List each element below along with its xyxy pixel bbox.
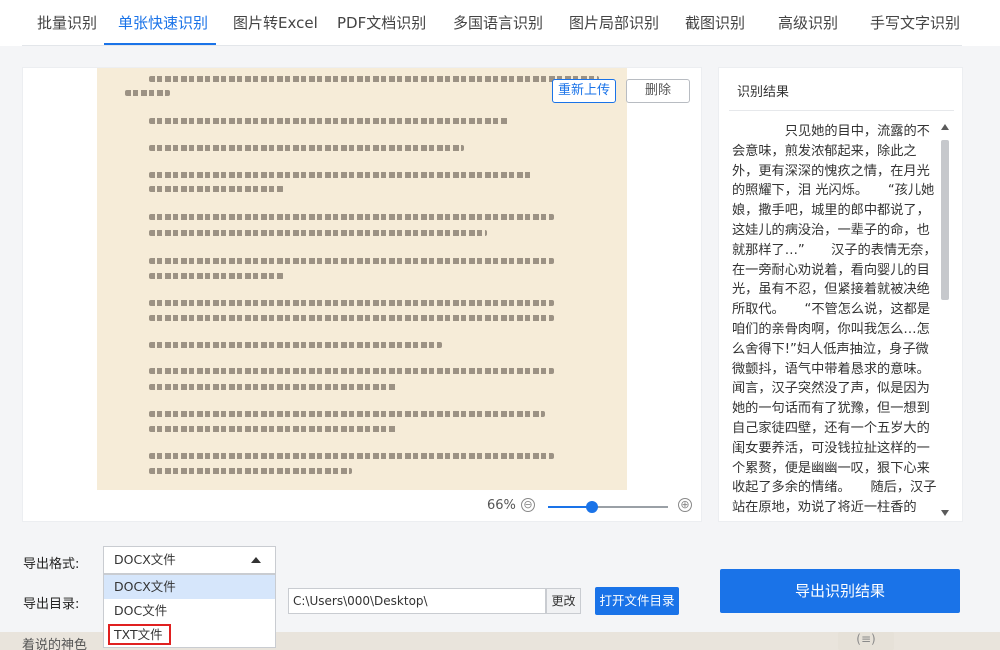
- document-text-line: [149, 258, 554, 264]
- delete-button[interactable]: 删除: [626, 79, 690, 103]
- export-format-label: 导出格式:: [23, 557, 80, 572]
- document-text-line: [149, 315, 554, 321]
- document-text-line: [149, 468, 352, 474]
- scroll-thumb[interactable]: [941, 140, 949, 300]
- tab-handwriting-recognition[interactable]: 手写文字识别: [870, 12, 960, 33]
- chevron-up-icon: [251, 557, 261, 563]
- document-text-line: [149, 273, 284, 279]
- export-result-button[interactable]: 导出识别结果: [720, 569, 960, 613]
- document-text-line: [125, 90, 170, 96]
- document-text-line: [149, 230, 487, 236]
- export-format-select[interactable]: DOCX文件: [103, 546, 276, 574]
- top-nav: 批量识别 单张快速识别 图片转Excel PDF文档识别 多国语言识别 图片局部…: [0, 0, 1000, 46]
- scroll-down-arrow-icon[interactable]: [941, 510, 949, 516]
- zoom-in-icon[interactable]: ⊕: [678, 498, 692, 512]
- zoom-out-icon[interactable]: ⊖: [521, 498, 535, 512]
- result-divider: [729, 110, 954, 111]
- format-option-txt-label: TXT文件: [108, 624, 171, 645]
- document-text-line: [149, 426, 397, 432]
- scroll-up-arrow-icon[interactable]: [941, 124, 949, 130]
- result-title: 识别结果: [737, 85, 790, 100]
- document-text-line: [149, 118, 509, 124]
- tab-pdf-recognition[interactable]: PDF文档识别: [337, 12, 426, 33]
- image-preview-panel: [22, 67, 702, 522]
- export-dir-input[interactable]: C:\Users\000\Desktop\: [288, 588, 546, 614]
- tab-image-to-excel[interactable]: 图片转Excel: [233, 12, 318, 33]
- nav-divider: [22, 45, 962, 46]
- tab-single-quick-recognition[interactable]: 单张快速识别: [118, 12, 208, 33]
- document-text-line: [149, 214, 554, 220]
- list-icon: (≡): [838, 632, 894, 650]
- format-option-txt[interactable]: TXT文件: [104, 623, 275, 647]
- format-option-doc[interactable]: DOC文件: [104, 599, 275, 623]
- format-option-docx[interactable]: DOCX文件: [104, 575, 275, 599]
- reupload-button[interactable]: 重新上传: [552, 79, 616, 103]
- tab-advanced-recognition[interactable]: 高级识别: [778, 12, 838, 33]
- document-text-line: [149, 172, 532, 178]
- tab-batch-recognition[interactable]: 批量识别: [37, 12, 97, 33]
- document-text-line: [149, 384, 397, 390]
- export-format-value: DOCX文件: [114, 552, 176, 567]
- document-image: [97, 68, 627, 490]
- tab-partial-image[interactable]: 图片局部识别: [569, 12, 659, 33]
- zoom-slider[interactable]: [548, 501, 668, 513]
- document-text-line: [149, 342, 442, 348]
- zoom-level: 66%: [487, 498, 516, 513]
- document-text-line: [149, 411, 545, 417]
- result-panel: 识别结果 只见她的目中，流露的不会意味，煎发浓郁起来，除此之外，更有深深的愧疚之…: [718, 67, 963, 522]
- change-dir-button[interactable]: 更改: [546, 588, 581, 614]
- tab-multi-language[interactable]: 多国语言识别: [453, 12, 543, 33]
- result-text-area[interactable]: 只见她的目中，流露的不会意味，煎发浓郁起来，除此之外，更有深深的愧疚之情，在月光…: [732, 122, 937, 518]
- export-format-dropdown: DOCX文件 DOC文件 TXT文件: [103, 574, 276, 648]
- tab-screenshot-recognition[interactable]: 截图识别: [685, 12, 745, 33]
- document-text-line: [149, 368, 554, 374]
- document-text-line: [149, 145, 464, 151]
- document-text-line: [149, 186, 284, 192]
- export-dir-label: 导出目录:: [23, 597, 80, 612]
- background-text: 着说的神色: [22, 638, 88, 650]
- result-scrollbar[interactable]: [939, 122, 951, 520]
- document-text-line: [149, 453, 554, 459]
- open-dir-button[interactable]: 打开文件目录: [595, 587, 679, 615]
- document-text-line: [149, 300, 554, 306]
- document-text-line: [149, 76, 599, 82]
